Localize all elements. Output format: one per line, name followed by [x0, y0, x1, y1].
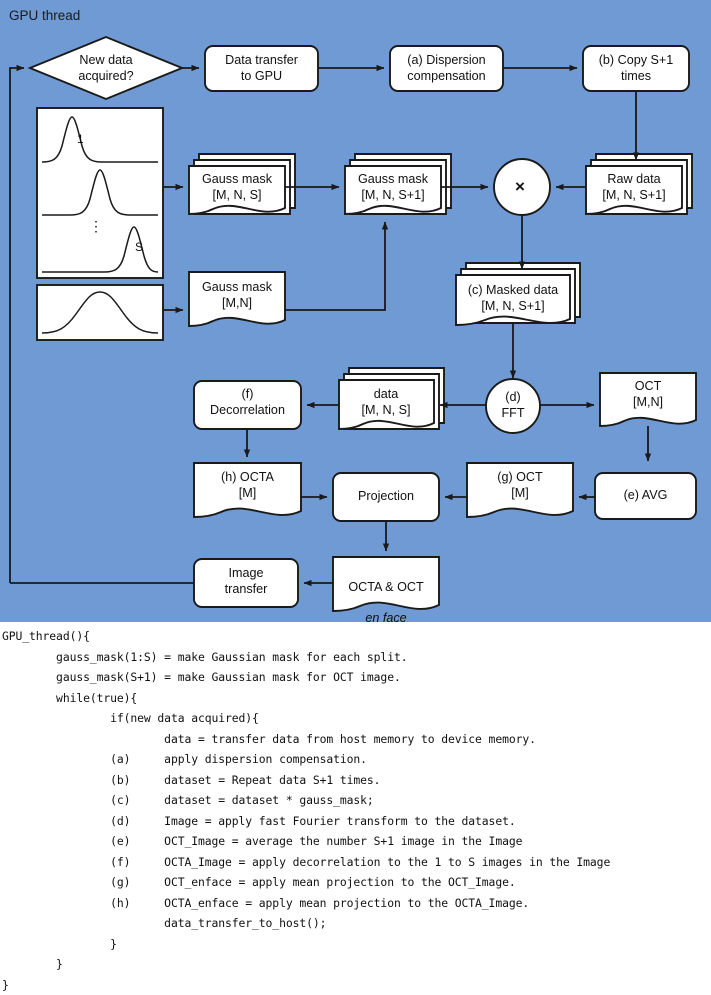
data-transfer-box	[204, 45, 319, 92]
octa-m-doc	[193, 462, 302, 518]
pseudocode-text: GPU_thread(){ gauss_mask(1:S) = make Gau…	[2, 629, 611, 992]
split-ellipsis: ⋮	[89, 218, 103, 234]
avg-box	[594, 472, 697, 520]
gauss-mask-s-doc	[188, 165, 286, 215]
projection-box	[332, 472, 440, 522]
gpu-thread-panel: GPU thread New data acquired? Data trans…	[0, 0, 711, 625]
decorrelation-box	[193, 380, 302, 430]
flowchart-figure: GPU thread New data acquired? Data trans…	[0, 0, 711, 992]
gauss-mask-mn-doc	[188, 271, 286, 327]
split-first-label: 1	[77, 132, 84, 146]
fft-circle	[485, 378, 541, 434]
data-mns-doc	[338, 379, 435, 430]
gauss-mask-s1-doc	[344, 165, 442, 215]
decision-diamond	[27, 35, 185, 101]
oct-mn-doc	[599, 372, 697, 427]
en-face-doc	[332, 556, 440, 612]
split-gauss-plot-panel	[36, 107, 164, 279]
split-last-label: S	[135, 240, 144, 254]
dispersion-box	[389, 45, 504, 92]
image-transfer-box	[193, 558, 299, 608]
diagram-canvas	[9, 35, 697, 612]
pseudocode-block: GPU_thread(){ gauss_mask(1:S) = make Gau…	[0, 626, 711, 992]
raw-data-doc	[585, 165, 683, 215]
multiply-symbol: ×	[515, 177, 525, 196]
oct-m-doc	[466, 462, 574, 518]
copy-box	[582, 45, 690, 92]
masked-data-doc	[455, 274, 571, 326]
